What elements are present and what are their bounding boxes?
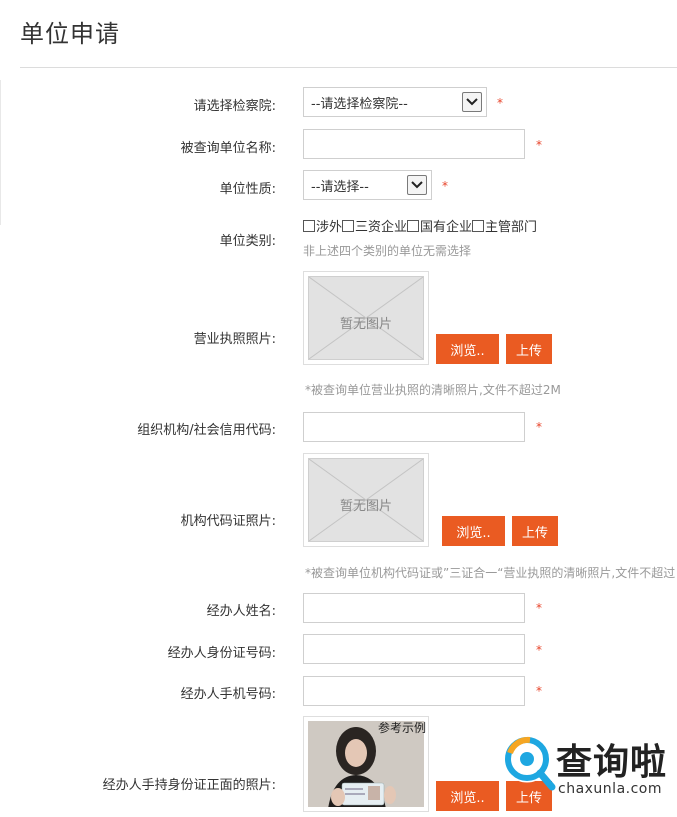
checkbox[interactable] [472, 219, 485, 232]
agent-name-label: 经办人姓名: [206, 604, 276, 619]
category-option-label: 国有企业 [420, 220, 473, 235]
unit-nature-select[interactable]: --请选择-- [303, 170, 432, 200]
category-option-foreign[interactable]: 涉外 [303, 216, 342, 235]
category-option-authority[interactable]: 主管部门 [472, 216, 537, 235]
magnifier-logo-icon [503, 735, 556, 791]
chevron-down-icon[interactable] [407, 175, 427, 195]
checkbox[interactable] [407, 219, 420, 232]
no-image-text: 暂无图片 [339, 499, 392, 514]
business-license-hint: *被查询单位营业执照的清晰照片,文件不超过2M [305, 383, 561, 397]
org-code-photo-label: 机构代码证照片: [180, 514, 276, 529]
watermark: 查询啦 chaxunla.com [500, 727, 677, 817]
agent-id-label: 经办人身份证号码: [167, 646, 276, 661]
category-option-joint-venture[interactable]: 三资企业 [342, 216, 407, 235]
checkbox[interactable] [342, 219, 355, 232]
unit-name-label: 被查询单位名称: [180, 141, 276, 156]
category-option-label: 主管部门 [485, 220, 538, 235]
category-option-state-owned[interactable]: 国有企业 [407, 216, 472, 235]
org-code-photo-hint: *被查询单位机构代码证或”三证合一“营业执照的清晰照片,文件不超过 [305, 566, 676, 580]
checkbox[interactable] [303, 219, 315, 232]
title-divider [20, 67, 677, 68]
org-code-photo-preview: 暂无图片 [303, 453, 429, 547]
unit-name-input[interactable] [303, 129, 525, 159]
agent-id-input[interactable] [303, 634, 525, 664]
unit-category-hint: 非上述四个类别的单位无需选择 [303, 244, 472, 258]
watermark-url: chaxunla.com [558, 781, 662, 797]
category-option-label: 涉外 [316, 220, 343, 235]
category-option-label: 三资企业 [355, 220, 408, 235]
required-mark: * [536, 138, 542, 152]
no-image-text: 暂无图片 [339, 317, 392, 332]
browse-button[interactable]: 浏览.. [442, 516, 505, 546]
required-mark: * [536, 643, 542, 657]
required-mark: * [442, 179, 448, 193]
procuratorate-select[interactable]: --请选择检察院-- [303, 87, 487, 117]
agent-id-photo-label: 经办人手持身份证正面的照片: [102, 778, 276, 793]
agent-name-input[interactable] [303, 593, 525, 623]
credit-code-input[interactable] [303, 412, 525, 442]
unit-nature-select-value: --请选择-- [311, 179, 369, 195]
image-placeholder: 暂无图片 [308, 458, 424, 542]
browse-button[interactable]: 浏览.. [436, 781, 499, 811]
unit-nature-label: 单位性质: [219, 182, 276, 197]
procuratorate-label: 请选择检察院: [193, 99, 276, 114]
upload-button[interactable]: 上传 [512, 516, 558, 546]
required-mark: * [536, 601, 542, 615]
sample-photo: 参考示例 [303, 716, 429, 812]
required-mark: * [497, 96, 503, 110]
watermark-text: 查询啦 [556, 742, 668, 783]
agent-phone-label: 经办人手机号码: [180, 687, 276, 702]
chevron-down-icon[interactable] [462, 92, 482, 112]
unit-category-options: 涉外 三资企业 国有企业 主管部门 [303, 216, 537, 235]
upload-button[interactable]: 上传 [506, 334, 552, 364]
procuratorate-select-value: --请选择检察院-- [311, 96, 408, 112]
unit-category-label: 单位类别: [219, 234, 276, 249]
page-title: 单位申请 [20, 20, 120, 48]
sample-label: 参考示例 [377, 721, 426, 735]
required-mark: * [536, 420, 542, 434]
browse-button[interactable]: 浏览.. [436, 334, 499, 364]
agent-phone-input[interactable] [303, 676, 525, 706]
business-license-label: 营业执照照片: [193, 332, 276, 347]
credit-code-label: 组织机构/社会信用代码: [137, 423, 276, 438]
business-license-preview: 暂无图片 [303, 271, 429, 365]
image-placeholder: 暂无图片 [308, 276, 424, 360]
required-mark: * [536, 684, 542, 698]
